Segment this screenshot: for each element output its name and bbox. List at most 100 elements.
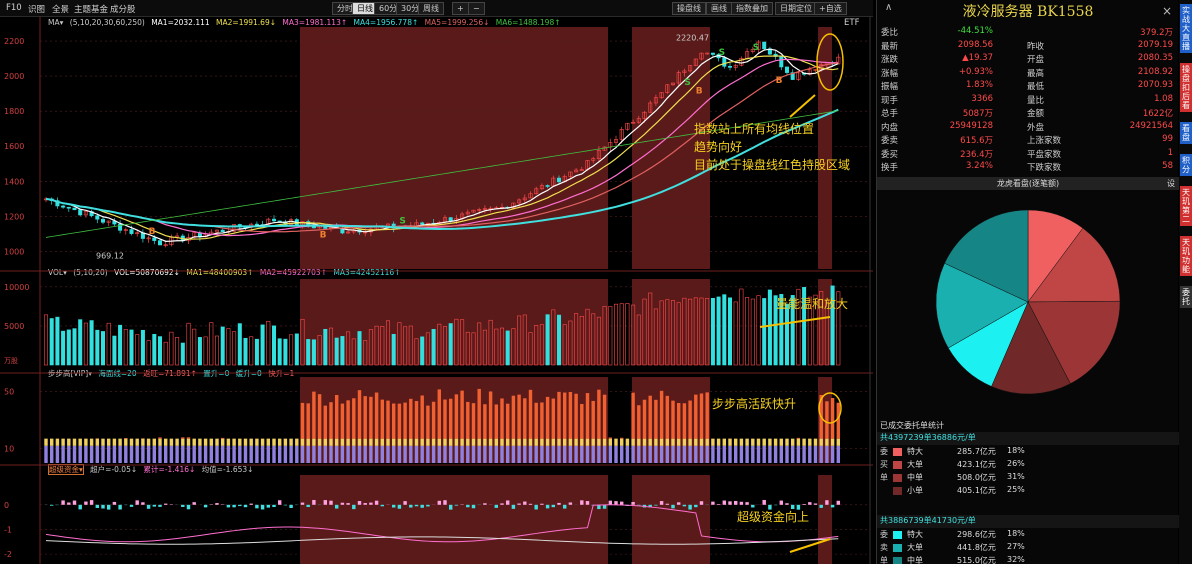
bbg-mid-bar — [226, 438, 231, 446]
bbg-mid-bar — [118, 438, 122, 446]
fund-bar — [551, 504, 556, 508]
side-tab[interactable]: 委托 — [1180, 286, 1192, 308]
candle — [72, 207, 77, 211]
fund-bar — [306, 504, 310, 508]
bbg-tick: 50 — [4, 387, 14, 396]
bbg-base-bar — [836, 445, 841, 463]
fund-bar — [802, 504, 806, 505]
bbg-base-bar — [78, 445, 82, 463]
bbg-base-bar — [648, 445, 652, 463]
kline-chart[interactable]: 2200 2000 1800 1600 1400 1200 1000 2220.47 969.1… — [0, 17, 873, 564]
date-locate-button[interactable]: 日期定位 — [775, 2, 817, 15]
bbg-base-bar — [198, 445, 202, 463]
orders-cell: 中单 — [907, 556, 923, 564]
quote-value: 1.08 — [1154, 93, 1173, 104]
side-tab[interactable]: 积分 — [1180, 154, 1192, 176]
orders-total-text: 共3886739单41730元/单 — [880, 516, 976, 525]
bbg-mid-bar — [44, 438, 48, 446]
bbg-mid-bar — [255, 438, 259, 446]
sector-name: 液冷服务器 — [962, 4, 1033, 20]
bbg-base-bar — [414, 445, 419, 463]
annotation-trend: 趋势向好 — [694, 140, 743, 154]
side-tab[interactable]: 实战大直播 — [1180, 4, 1192, 53]
fund-bar — [67, 502, 71, 505]
quote-value: 99 — [1162, 134, 1173, 144]
bbg-mid-bar — [437, 438, 442, 446]
bbg-base-bar — [232, 445, 236, 463]
bbg-base-bar — [363, 445, 367, 463]
draw-line-button[interactable]: 画线 — [706, 2, 732, 15]
bbg-top-bar — [580, 403, 584, 439]
bbg-base-bar — [779, 445, 784, 463]
bbg-top-bar — [426, 405, 430, 439]
operation-line-button[interactable]: 操盘线 — [672, 2, 706, 15]
orders-total: 共3886739单41730元/单 — [877, 515, 1179, 528]
side-tab[interactable]: 天玑第二 — [1180, 186, 1192, 226]
fund-bar — [352, 504, 356, 510]
orders-cell: 285.7亿元 — [957, 447, 996, 456]
close-icon[interactable]: × — [1162, 4, 1172, 18]
orders-cell: 31% — [1007, 472, 1025, 481]
orders-total-text: 共4397239单36886元/单 — [880, 433, 976, 442]
bbg-top-bar — [500, 398, 504, 439]
bbg-mid-bar — [808, 438, 812, 446]
recognize-link[interactable]: 识图 — [28, 3, 45, 15]
index-overlay-button[interactable]: 指数叠加 — [731, 2, 773, 15]
bbg-mid-bar — [471, 438, 476, 446]
bbg-base-bar — [808, 445, 812, 463]
signal-marker: B — [696, 87, 703, 97]
zoom-in-button[interactable]: + — [452, 2, 469, 15]
bbg-mid-bar — [540, 438, 544, 446]
fund-bar — [437, 500, 442, 505]
bbg-mid-bar — [716, 438, 721, 446]
bbg-base-bar — [631, 445, 635, 463]
bbg-mid-bar — [551, 438, 556, 446]
fund-bar — [232, 504, 236, 508]
pie-title: 龙虎看盘(逐笔额) — [996, 179, 1060, 188]
bbg-top-bar — [545, 396, 550, 439]
bbg-top-bar — [158, 437, 162, 439]
quote-value: 2108.92 — [1137, 66, 1173, 77]
fund-bar — [357, 501, 362, 505]
zoom-out-button[interactable]: − — [468, 2, 485, 15]
volume-bar — [180, 342, 185, 366]
components-link[interactable]: 成分股 — [110, 3, 136, 15]
bbg-base-bar — [238, 445, 242, 463]
bbg-base-bar — [158, 445, 162, 463]
bbg-mid-bar — [534, 438, 538, 446]
hold-zone — [300, 475, 608, 564]
fund-bar — [186, 504, 191, 510]
bbg-base-bar — [711, 445, 715, 463]
volume-bar — [608, 306, 613, 366]
add-watchlist-button[interactable]: +自选 — [814, 2, 847, 15]
bbg-mid-bar — [773, 438, 778, 446]
side-tab[interactable]: 看盘 — [1180, 122, 1192, 144]
theme-fund-link[interactable]: 主题基金 — [74, 3, 108, 15]
bbg-top-bar — [694, 394, 698, 439]
side-tab[interactable]: 操盘扣后看 — [1180, 63, 1192, 112]
bbg-base-bar — [340, 445, 345, 463]
bbg-top-bar — [557, 391, 561, 439]
bbg-top-bar — [574, 393, 578, 439]
panorama-link[interactable]: 全景 — [52, 3, 69, 15]
bbg-mid-bar — [340, 438, 345, 446]
bbg-mid-bar — [374, 438, 379, 446]
volume-bar — [95, 329, 100, 366]
side-tab[interactable]: 天玑功能 — [1180, 236, 1192, 276]
bbg-base-bar — [152, 445, 157, 463]
bbg-top-bar — [505, 403, 510, 439]
bbg-base-bar — [802, 445, 806, 463]
volume-bar — [226, 328, 231, 366]
bbg-mid-bar — [277, 438, 282, 446]
bbg-mid-bar — [260, 438, 265, 446]
settings-button[interactable]: 设 — [1167, 177, 1175, 190]
bbg-mid-bar — [215, 438, 219, 446]
period-tab-week[interactable]: 周线 — [418, 2, 444, 15]
bbg-base-bar — [112, 445, 117, 463]
bbg-base-bar — [751, 445, 755, 463]
fund-bar — [329, 500, 333, 505]
bbg-mid-bar — [129, 438, 134, 446]
bbg-mid-bar — [682, 438, 687, 446]
f10-link[interactable]: F10 — [6, 3, 22, 13]
candle — [556, 177, 562, 183]
